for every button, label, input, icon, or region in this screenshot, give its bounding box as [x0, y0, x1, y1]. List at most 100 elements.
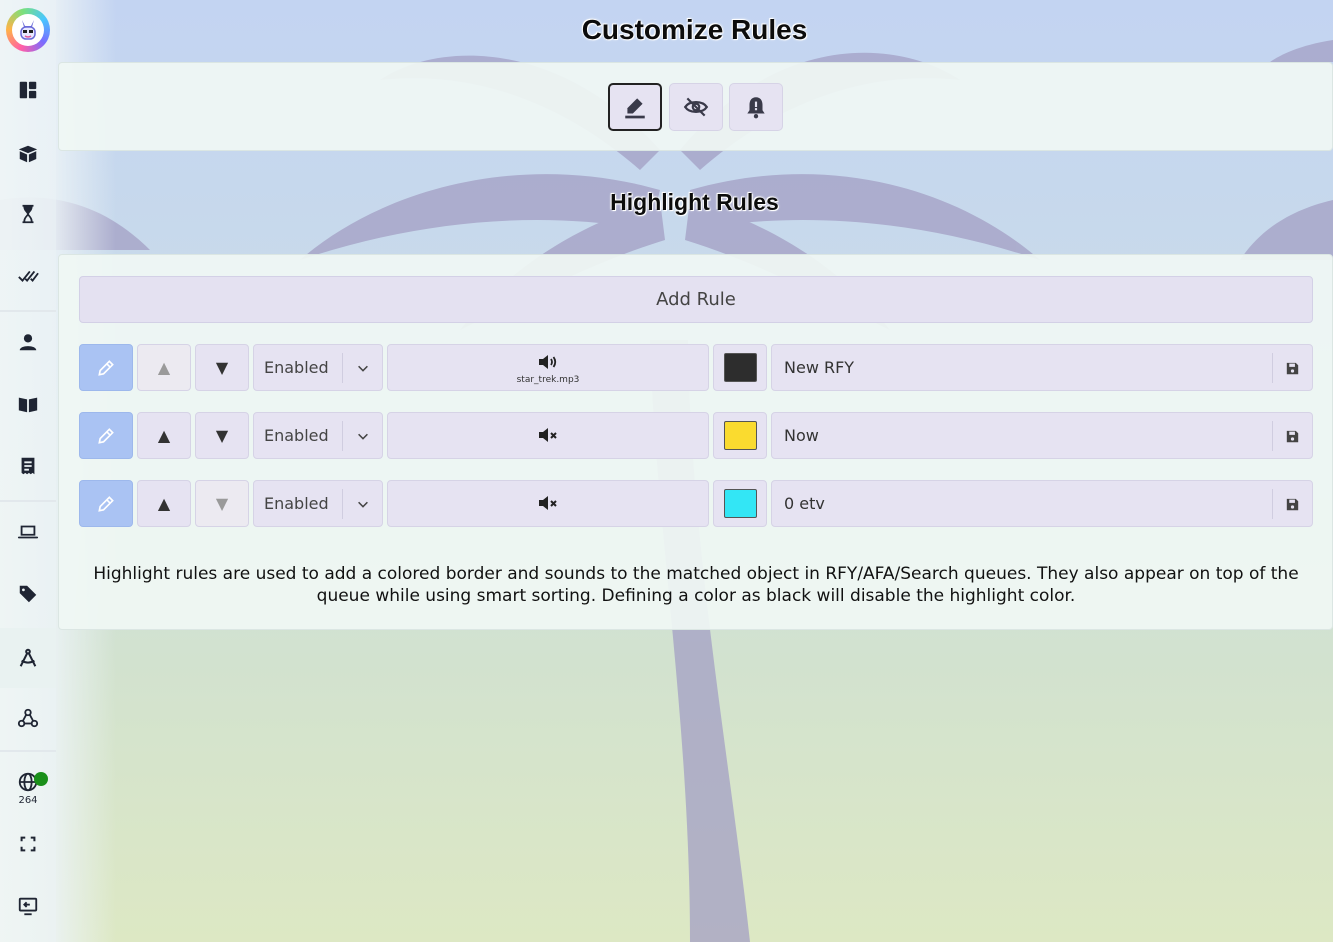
rule-status-select[interactable]: Enabled — [253, 480, 383, 527]
page-title: Customize Rules — [581, 14, 808, 45]
rule-color-picker[interactable] — [713, 344, 767, 391]
move-up-button[interactable]: ▲ — [137, 344, 191, 391]
exit-icon — [18, 897, 38, 916]
hourglass-icon — [22, 204, 34, 224]
rule-row: ▲ ▼ Enabled star_trek.mp3 New RFY — [79, 344, 1313, 391]
volume-mute-icon — [539, 496, 557, 510]
rule-name-value: 0 etv — [784, 494, 825, 513]
rule-status-value: Enabled — [264, 358, 329, 377]
help-text: Highlight rules are used to add a colore… — [93, 564, 1299, 606]
rule-sound-button[interactable] — [387, 412, 709, 459]
receipt-icon — [21, 457, 35, 475]
hide-rules-button[interactable] — [669, 83, 723, 131]
sidebar-separator — [0, 500, 56, 502]
move-down-button[interactable]: ▼ — [195, 344, 249, 391]
eye-slash-icon — [683, 97, 709, 117]
dashboard-icon — [19, 81, 37, 99]
fullscreen-icon — [20, 836, 36, 852]
network-count: 264 — [18, 794, 38, 806]
rule-row: ▲ ▼ Enabled Now — [79, 412, 1313, 459]
sidebar-item-webhooks[interactable] — [0, 692, 56, 744]
edit-rule-button[interactable] — [79, 412, 133, 459]
move-up-button[interactable]: ▲ — [137, 412, 191, 459]
pencil-icon — [98, 495, 114, 512]
user-icon — [19, 334, 37, 351]
arrow-down-icon: ▼ — [215, 426, 229, 445]
rule-color-picker[interactable] — [713, 480, 767, 527]
edit-rule-button[interactable] — [79, 344, 133, 391]
tag-icon — [19, 585, 37, 603]
app-logo[interactable] — [6, 8, 50, 52]
rule-status-select[interactable]: Enabled — [253, 412, 383, 459]
connection-status-dot — [34, 772, 48, 786]
sidebar-item-exit[interactable] — [0, 880, 56, 932]
sidebar-item-receipts[interactable] — [0, 440, 56, 492]
floppy-disk-icon — [1286, 498, 1299, 510]
rule-sound-button[interactable]: star_trek.mp3 — [387, 344, 709, 391]
sound-file-name: star_trek.mp3 — [516, 375, 580, 385]
floppy-disk-icon — [1286, 430, 1299, 442]
sidebar-item-devices[interactable] — [0, 506, 56, 558]
highlight-rules-panel: Add Rule ▲ ▼ Enabled star_trek.mp3 New R… — [58, 254, 1333, 630]
sidebar-separator — [0, 750, 56, 752]
chevron-down-icon — [357, 433, 368, 440]
section-title: Highlight Rules — [610, 189, 779, 215]
sidebar-item-hourglass[interactable] — [0, 188, 56, 240]
rule-color-picker[interactable] — [713, 412, 767, 459]
color-swatch — [723, 353, 757, 382]
sidebar-item-account[interactable] — [0, 316, 56, 368]
move-up-button[interactable]: ▲ — [137, 480, 191, 527]
rule-name-input[interactable]: Now — [771, 412, 1313, 459]
arrow-up-icon: ▲ — [157, 494, 171, 513]
sidebar-item-tags[interactable] — [0, 568, 56, 620]
laptop-icon — [17, 525, 39, 539]
double-check-icon — [18, 270, 39, 282]
sidebar-item-done[interactable] — [0, 250, 56, 302]
rule-status-select[interactable]: Enabled — [253, 344, 383, 391]
save-rule-button[interactable] — [1272, 421, 1312, 451]
move-down-button[interactable]: ▼ — [195, 480, 249, 527]
rule-status-value: Enabled — [264, 426, 329, 445]
bell-icon — [747, 97, 765, 119]
webhook-icon — [17, 708, 39, 728]
arrow-up-icon: ▲ — [157, 426, 171, 445]
highlight-pen-icon — [625, 98, 645, 119]
book-icon — [18, 397, 38, 413]
arrow-down-icon: ▼ — [215, 358, 229, 377]
add-rule-button[interactable]: Add Rule — [79, 276, 1313, 323]
highlight-rules-button[interactable] — [608, 83, 662, 131]
volume-on-icon — [539, 355, 557, 369]
volume-mute-icon — [539, 428, 557, 442]
sidebar-item-network[interactable]: 264 — [0, 760, 56, 816]
llama-logo-icon — [12, 14, 44, 46]
chevron-down-icon — [357, 501, 368, 508]
rule-status-value: Enabled — [264, 494, 329, 513]
arrow-down-icon: ▼ — [215, 494, 229, 513]
save-rule-button[interactable] — [1272, 353, 1312, 383]
rule-name-input[interactable]: 0 etv — [771, 480, 1313, 527]
arrow-up-icon: ▲ — [157, 358, 171, 377]
sidebar-separator — [0, 310, 56, 312]
rule-sound-button[interactable] — [387, 480, 709, 527]
rule-type-toolbar — [58, 62, 1333, 151]
pencil-icon — [98, 427, 114, 444]
sidebar-item-rules[interactable] — [0, 628, 56, 688]
notification-rules-button[interactable] — [729, 83, 783, 131]
rule-name-input[interactable]: New RFY — [771, 344, 1313, 391]
box-icon — [18, 145, 38, 163]
sidebar-item-guide[interactable] — [0, 378, 56, 430]
sidebar-item-fullscreen[interactable] — [0, 818, 56, 870]
save-rule-button[interactable] — [1272, 489, 1312, 519]
rule-name-value: New RFY — [784, 358, 855, 377]
rule-name-value: Now — [784, 426, 819, 445]
chevron-down-icon — [357, 365, 368, 372]
color-swatch — [723, 489, 757, 518]
edit-rule-button[interactable] — [79, 480, 133, 527]
pencil-icon — [98, 359, 114, 376]
sidebar-item-dashboard[interactable] — [0, 64, 56, 116]
rule-row: ▲ ▼ Enabled 0 etv — [79, 480, 1313, 527]
compass-icon — [19, 648, 37, 667]
sidebar-item-box[interactable] — [0, 128, 56, 180]
move-down-button[interactable]: ▼ — [195, 412, 249, 459]
sidebar: 264 — [0, 0, 56, 942]
